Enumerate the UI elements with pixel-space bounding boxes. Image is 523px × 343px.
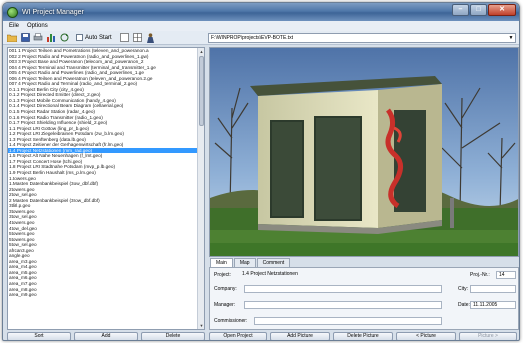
person-icon[interactable] — [146, 32, 156, 43]
commissioner-field[interactable] — [254, 317, 442, 325]
scroll-up-icon[interactable]: ▲ — [198, 48, 204, 55]
delete-picture-button[interactable]: Delete Picture — [333, 332, 393, 340]
manager-field[interactable] — [244, 301, 442, 309]
project-list-pane[interactable]: 001 1 Project Teilsen and Pometrations (… — [7, 47, 205, 330]
bottom-button-bar: Sort Add Delete Open Project Add Picture… — [3, 332, 519, 340]
project-label: Project: — [214, 272, 231, 278]
project-name-value: 1.4 Project Netzstationen — [242, 271, 298, 277]
proj-nr-field[interactable]: 14 — [496, 271, 516, 279]
open-project-label: Open Project — [223, 333, 253, 339]
open-project-button[interactable]: Open Project — [209, 332, 267, 340]
auto-start-label: Auto Start — [85, 34, 112, 41]
open-folder-icon[interactable] — [7, 33, 17, 43]
company-label: Company: — [214, 286, 237, 292]
add-picture-button[interactable]: Add Picture — [270, 332, 330, 340]
tab-map[interactable]: Map — [233, 258, 256, 267]
project-path-value: F:\WINPROP\projects\EVP-BOTE.txt — [211, 35, 293, 41]
company-row: Company: City: — [212, 284, 518, 294]
maximize-button[interactable]: □ — [470, 4, 487, 16]
auto-start-toggle[interactable]: Auto Start — [76, 34, 112, 41]
detail-tabs: Main Map Comment — [210, 258, 291, 267]
app-window: WI Project Manager – □ ✕ Eile Options Au… — [2, 2, 520, 341]
city-field[interactable] — [470, 285, 516, 293]
window-title: WI Project Manager — [22, 8, 84, 16]
list-view-icon[interactable] — [120, 33, 130, 43]
project-details-form: Project: 1.4 Project Netzstationen Proj.… — [209, 267, 519, 330]
toolbar: Auto Start F:\WINPROP\projects\EVP-BOTE.… — [3, 31, 519, 45]
project-list-scrollbar[interactable]: ▲ ▼ — [197, 48, 204, 329]
next-picture-button[interactable]: Picture > — [459, 332, 517, 340]
sort-button[interactable]: Sort — [7, 332, 71, 340]
refresh-icon[interactable] — [59, 33, 69, 43]
date-label: Date: — [458, 302, 470, 308]
scrollbar-thumb[interactable] — [199, 56, 204, 126]
city-label: City: — [458, 286, 468, 292]
window-controls: – □ ✕ — [452, 4, 516, 16]
save-icon[interactable] — [20, 33, 30, 43]
chart-icon[interactable] — [46, 33, 56, 43]
project-path-field[interactable]: F:\WINPROP\projects\EVP-BOTE.txt ▼ — [208, 33, 516, 43]
menu-options[interactable]: Options — [27, 23, 48, 29]
date-field[interactable]: 11.11.2005 — [470, 301, 516, 309]
proj-nr-label: Proj.-Nr.: — [470, 272, 490, 278]
title-bar[interactable]: WI Project Manager – □ ✕ — [3, 3, 519, 21]
tab-comment[interactable]: Comment — [256, 258, 291, 267]
project-row: Project: 1.4 Project Netzstationen Proj.… — [212, 270, 518, 280]
app-globe-icon — [7, 6, 18, 18]
menu-file[interactable]: Eile — [9, 23, 19, 29]
project-list-item[interactable]: area_m9.geo — [8, 292, 198, 298]
company-field[interactable] — [244, 285, 442, 293]
minimize-button[interactable]: – — [452, 4, 469, 16]
scroll-down-icon[interactable]: ▼ — [198, 322, 204, 329]
manager-row: Manager: Date: 11.11.2005 — [212, 300, 518, 310]
commissioner-row: Commissioner: — [212, 316, 518, 326]
commissioner-label: Commissioner: — [214, 318, 248, 324]
grid-view-icon[interactable] — [133, 33, 143, 43]
auto-start-checkbox[interactable] — [76, 34, 83, 41]
tab-main[interactable]: Main — [210, 258, 233, 267]
print-icon[interactable] — [33, 33, 43, 43]
menu-bar: Eile Options — [3, 21, 519, 31]
project-picture — [209, 47, 519, 257]
project-list[interactable]: 001 1 Project Teilsen and Pometrations (… — [8, 48, 198, 298]
chevron-down-icon[interactable]: ▼ — [507, 34, 515, 42]
close-button[interactable]: ✕ — [488, 4, 516, 16]
add-button[interactable]: Add — [74, 332, 138, 340]
prev-picture-button[interactable]: < Picture — [396, 332, 456, 340]
manager-label: Manager: — [214, 302, 236, 308]
delete-button[interactable]: Delete — [141, 332, 205, 340]
